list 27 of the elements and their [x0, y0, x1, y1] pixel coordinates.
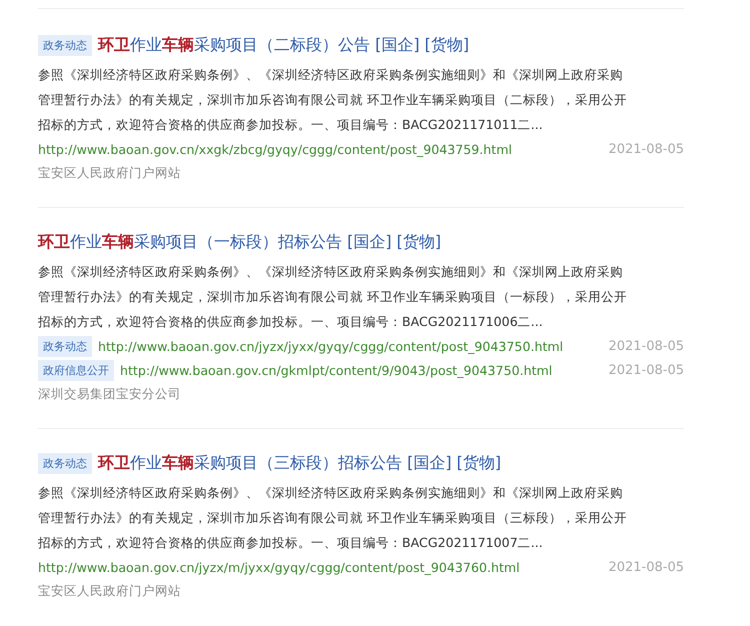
result-url-link[interactable]: http://www.baoan.gov.cn/xxgk/zbcg/gyqy/cggg/content/post_9043759.html	[38, 142, 512, 156]
result-date: 2021-08-05	[608, 338, 684, 354]
snippet-line: 管理暂行办法》的有关规定，深圳市加乐咨询有限公司就 环卫作业车辆采购项目（二标段），采用公开	[38, 91, 628, 109]
result-date: 2021-08-05	[608, 560, 684, 574]
result-title-link[interactable]: 环卫作业车辆采购项目（一标段）招标公告 [国企] [货物]	[38, 232, 442, 253]
source-name: 深圳交易集团宝安分公司	[38, 385, 182, 403]
snippet-line: 参照《深圳经济特区政府采购条例》、《深圳经济特区政府采购条例实施细则》和《深圳网上政府采购	[38, 263, 624, 281]
snippet-line: 招标的方式，欢迎符合资格的供应商参加投标。一、项目编号：BACG2021171007二...	[38, 534, 544, 552]
snippet-line: 参照《深圳经济特区政府采购条例》、《深圳经济特区政府采购条例实施细则》和《深圳网上政府采购	[38, 484, 624, 502]
category-tag: 政务动态	[38, 35, 92, 56]
result-url-link[interactable]: http://www.baoan.gov.cn/gkmlpt/content/9/9043/post_9043750.html	[120, 362, 552, 378]
source-name: 宝安区人民政府门户网站	[38, 164, 182, 182]
result-url-link[interactable]: http://www.baoan.gov.cn/jyzx/m/jyxx/gyqy/cggg/content/post_9043760.html	[38, 560, 520, 574]
result-date: 2021-08-05	[608, 362, 684, 378]
category-tag: 政务动态	[38, 453, 92, 474]
result-url-link[interactable]: http://www.baoan.gov.cn/jyzx/jyxx/gyqy/cggg/content/post_9043750.html	[98, 338, 564, 354]
source-name: 宝安区人民政府门户网站	[38, 582, 182, 600]
snippet-line: 招标的方式，欢迎符合资格的供应商参加投标。一、项目编号：BACG2021171011二...	[38, 116, 544, 134]
snippet-line: 管理暂行办法》的有关规定，深圳市加乐咨询有限公司就 环卫作业车辆采购项目（三标段），采用公开	[38, 509, 628, 527]
result-date: 2021-08-05	[608, 142, 684, 156]
snippet-line: 参照《深圳经济特区政府采购条例》、《深圳经济特区政府采购条例实施细则》和《深圳网上政府采购	[38, 66, 624, 84]
result-title-link[interactable]: 环卫作业车辆采购项目（二标段）公告 [国企] [货物]	[98, 35, 470, 56]
result-title-link[interactable]: 环卫作业车辆采购项目（三标段）招标公告 [国企] [货物]	[98, 453, 502, 474]
category-tag: 政府信息公开	[38, 360, 114, 380]
snippet-line: 管理暂行办法》的有关规定，深圳市加乐咨询有限公司就 环卫作业车辆采购项目（一标段），采用公开	[38, 288, 628, 306]
snippet-line: 招标的方式，欢迎符合资格的供应商参加投标。一、项目编号：BACG2021171006二...	[38, 313, 544, 331]
category-tag: 政务动态	[38, 336, 92, 356]
